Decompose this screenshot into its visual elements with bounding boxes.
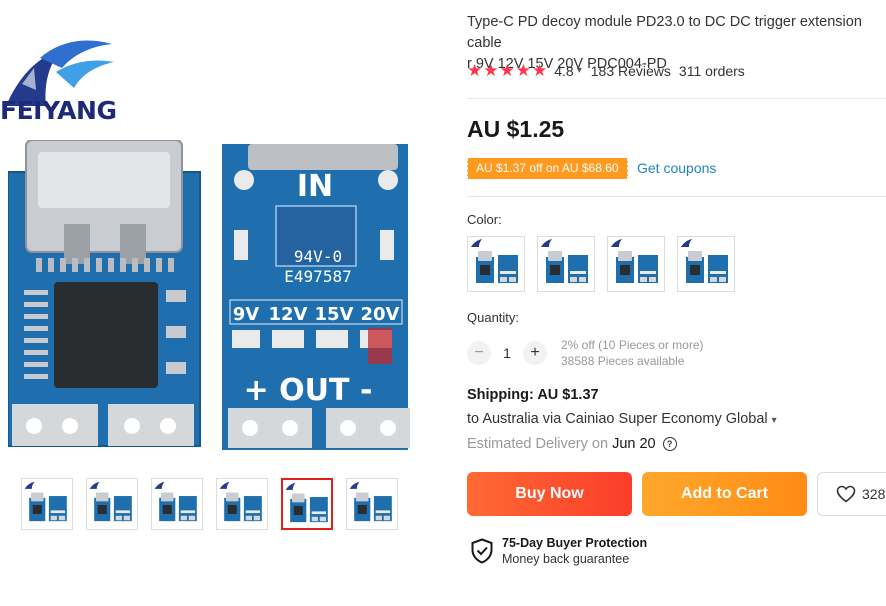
mini-board-image	[349, 481, 392, 522]
quantity-info: 2% off (10 Pieces or more) 38588 Pieces …	[561, 337, 704, 369]
shipping-destination-text: to Australia via Cainiao Super Economy G…	[467, 411, 768, 427]
board-chip-text-2: E497587	[284, 267, 351, 286]
star-icon: ★	[499, 61, 515, 80]
color-swatch-3[interactable]	[607, 236, 665, 292]
mini-board-image	[154, 481, 197, 522]
mini-board-image	[285, 482, 328, 523]
add-to-cart-button[interactable]: Add to Cart	[642, 472, 807, 516]
color-swatch-4[interactable]	[677, 236, 735, 292]
mini-board-image	[681, 239, 728, 283]
chevron-down-icon[interactable]: ▾	[577, 65, 582, 76]
thumbnail-4[interactable]	[216, 478, 268, 530]
board-chip-text-1: 94V-0	[294, 247, 342, 266]
color-swatches	[467, 236, 735, 292]
mini-board-image	[219, 481, 262, 522]
board-voltage-15v: 15V	[315, 304, 354, 325]
estimated-delivery-date: Jun 20	[612, 436, 656, 452]
star-icon: ★	[483, 61, 499, 80]
rating-row: ★ ★ ★ ★ ★ 4.8 ▾ 183 Reviews 311 orders	[467, 62, 745, 79]
rating-value[interactable]: 4.8	[554, 63, 573, 79]
brand-logo-text: FEIYANG	[0, 96, 117, 125]
product-main-image[interactable]: IN 94V-0 E497587 9V 12V 15V 20V + OUT -	[8, 140, 420, 458]
board-out-label: + OUT -	[244, 373, 373, 408]
star-icon: ★	[467, 61, 483, 80]
chevron-down-icon[interactable]: ▾	[772, 415, 777, 426]
board-back: IN 94V-0 E497587 9V 12V 15V 20V + OUT -	[222, 144, 410, 450]
mini-board-image	[24, 481, 67, 522]
quantity-decrease-button[interactable]: −	[467, 341, 491, 365]
wishlist-count: 328	[862, 486, 886, 502]
reviews-link[interactable]: 183 Reviews	[591, 63, 671, 79]
get-coupons-link[interactable]: Get coupons	[637, 160, 716, 176]
board-voltage-20v: 20V	[361, 304, 400, 325]
shield-check-icon	[471, 538, 493, 564]
quantity-increase-button[interactable]: +	[523, 341, 547, 365]
quantity-label: Quantity:	[467, 310, 520, 325]
color-swatch-1[interactable]	[467, 236, 525, 292]
heart-icon	[836, 485, 856, 503]
board-in-label: IN	[297, 169, 333, 204]
estimated-delivery: Estimated Delivery on Jun 20 ?	[467, 436, 677, 452]
shipping-destination[interactable]: to Australia via Cainiao Super Economy G…	[467, 411, 777, 427]
thumbnail-2[interactable]	[86, 478, 138, 530]
thumbnail-1[interactable]	[21, 478, 73, 530]
board-voltage-9v: 9V	[233, 304, 260, 325]
color-label: Color:	[467, 212, 502, 227]
orders-count: 311 orders	[678, 62, 745, 79]
thumbnail-3[interactable]	[151, 478, 203, 530]
color-swatch-2[interactable]	[537, 236, 595, 292]
board-front	[8, 140, 201, 447]
buy-now-button[interactable]: Buy Now	[467, 472, 632, 516]
estimated-delivery-prefix: Estimated Delivery on	[467, 436, 613, 452]
divider	[467, 98, 886, 99]
question-circle-icon[interactable]: ?	[662, 437, 677, 451]
quantity-input[interactable]: 1	[491, 345, 523, 361]
mini-board-image	[471, 239, 518, 283]
divider	[467, 196, 886, 197]
buyer-protection-title: 75-Day Buyer Protection	[502, 536, 648, 550]
star-icon: ★	[515, 61, 531, 80]
wishlist-button[interactable]: 328	[817, 472, 886, 516]
mini-board-image	[611, 239, 658, 283]
mini-board-image	[541, 239, 588, 283]
star-icon: ★	[532, 61, 548, 80]
thumbnail-strip	[21, 478, 398, 530]
coupon-badge: AU $1.37 off on AU $68.60	[467, 158, 628, 179]
mini-board-image	[89, 481, 132, 522]
buyer-protection-subtitle: Money back guarantee	[502, 552, 630, 566]
thumbnail-6[interactable]	[346, 478, 398, 530]
quantity-stepper: − 1 + 2% off (10 Pieces or more) 38588 P…	[467, 337, 704, 369]
rating-stars: ★ ★ ★ ★ ★	[467, 62, 547, 79]
bulk-discount-text: 2% off (10 Pieces or more)	[561, 338, 704, 352]
board-voltage-12v: 12V	[269, 304, 308, 325]
product-price: AU $1.25	[467, 116, 565, 142]
pieces-available-text: 38588 Pieces available	[561, 354, 685, 368]
thumbnail-5[interactable]	[281, 478, 333, 530]
shipping-title: Shipping: AU $1.37	[467, 387, 599, 403]
